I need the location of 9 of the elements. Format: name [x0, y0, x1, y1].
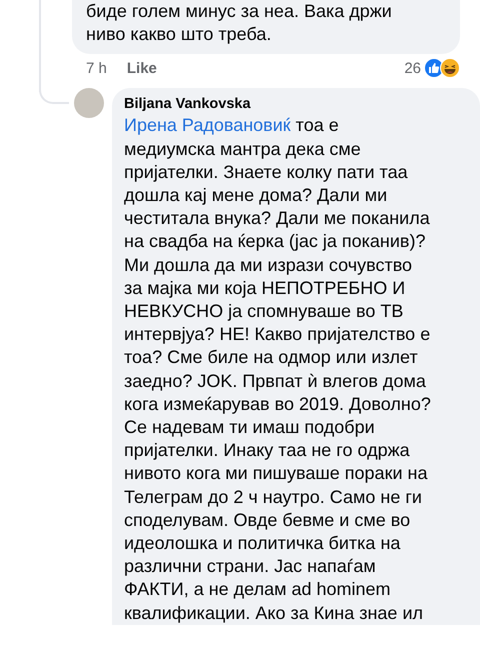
mention-link[interactable]: Ирена Радовановиќ — [124, 115, 291, 136]
avatar[interactable] — [74, 88, 104, 118]
comment-text: Ирена Радовановиќ тоа е медиумска мантра дека сме пријателки. Знаете колку пати таа дошла кај мене дома? Дали ми честитала внука? Дали ме поканила на свадба на ќерка (јас ја поканив)? Ми дошла да ми изрази сочувство за мајка ми која НЕПОТРЕБНО И НЕВКУСНО ја спомнуваше во ТВ интервјуа? НЕ! Какво пријателство е тоа? Сме биле на одмор или излет заедно? JOK. Првпат ѝ влегов дома кога измеќарував во 2019. Доволно? Се надевам ти имаш подобри пријателки. Инаку таа не го одржа нивото кога ми пишуваше пораки на Телеграм до 2 ч наутро. Само не ги споделувам. Овде бевме и сме во идеолошка и политичка битка на различни страни. Јас напаѓам ФАКТИ, а не делам ad hominem квалификации. Ако за Кина знае ил — [124, 114, 432, 625]
laughing-emoji-icon — [440, 58, 460, 78]
like-button[interactable]: Like — [126, 60, 157, 77]
author-name[interactable]: Biljana Vankovska — [124, 94, 472, 114]
comment-time: 7 h — [86, 60, 107, 77]
reaction-count: 26 — [404, 60, 421, 77]
comment-text: биде голем минус за неа. Вака држи ниво какво што треба. — [86, 0, 393, 46]
